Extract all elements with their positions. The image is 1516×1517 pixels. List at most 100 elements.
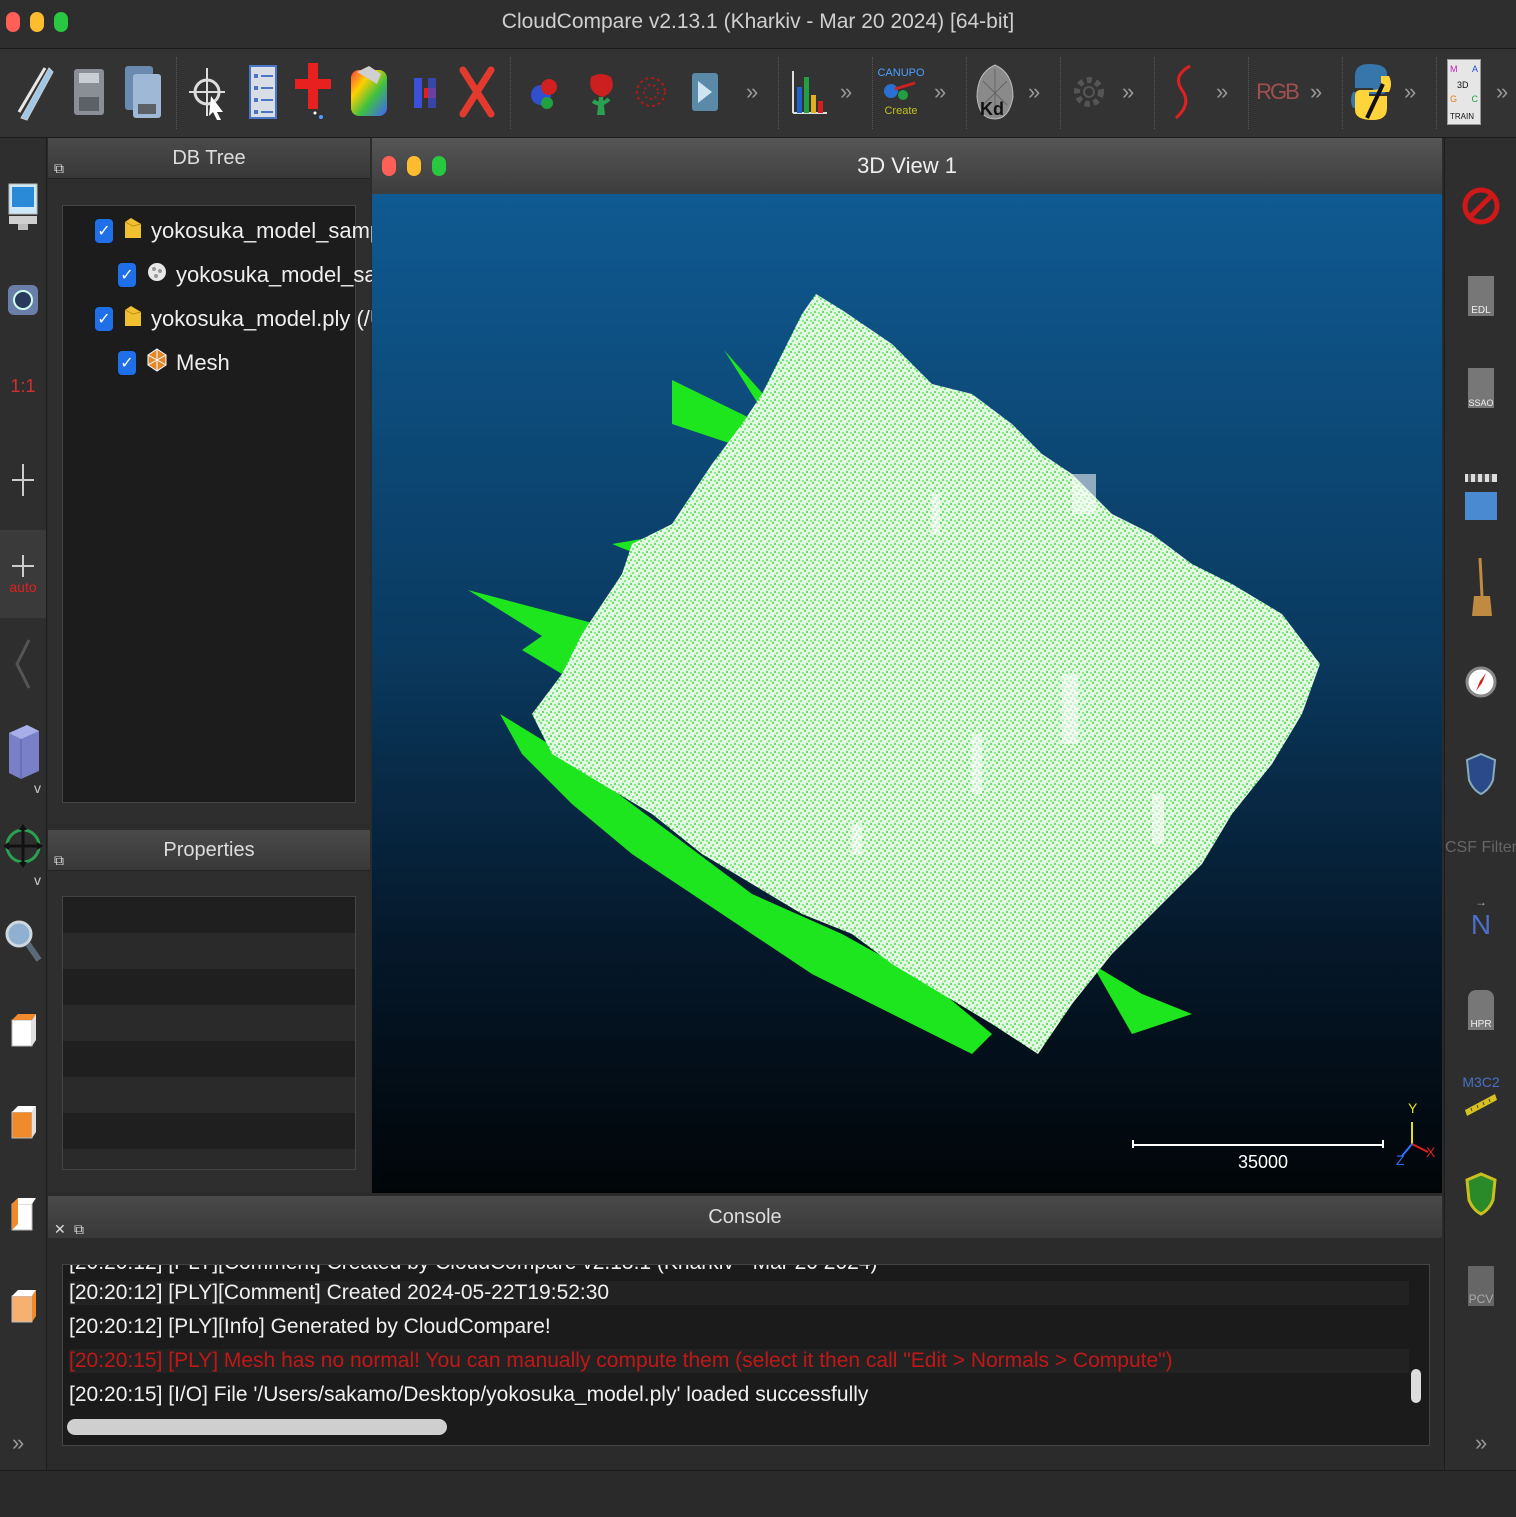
rgb-icon[interactable]: RGB: [1250, 59, 1304, 125]
view-zoom-button[interactable]: [432, 156, 446, 176]
right-toolbar-more[interactable]: »: [1475, 1430, 1487, 1456]
axis-y-label: Y: [1408, 1100, 1418, 1116]
front-view-icon[interactable]: [0, 1092, 46, 1156]
auto-pivot-button[interactable]: auto: [0, 530, 46, 618]
cube-view-icon[interactable]: [0, 720, 46, 784]
open-icon[interactable]: [8, 59, 62, 125]
list-icon[interactable]: [236, 59, 290, 125]
console-vertical-scrollbar[interactable]: [1411, 1369, 1421, 1403]
properties-row: [63, 897, 355, 933]
db-tree[interactable]: ✓ yokosuka_model_sample... ✓ yokosuka_mo…: [62, 205, 418, 803]
segment-icon[interactable]: [398, 59, 452, 125]
properties-float-icon[interactable]: ⧉: [54, 840, 64, 880]
rotation-icon[interactable]: [0, 814, 46, 878]
view-toolbar: 1:1 auto v v »: [0, 138, 47, 1470]
compass-icon[interactable]: [1445, 650, 1516, 714]
canupo-bottom-label: Create: [884, 105, 918, 117]
hpr-button[interactable]: HPR: [1445, 978, 1516, 1042]
toolbar-more-7[interactable]: »: [1310, 79, 1322, 105]
properties-row: [63, 1077, 355, 1113]
histogram-icon[interactable]: [782, 59, 836, 125]
console-horizontal-scrollbar[interactable]: [67, 1419, 447, 1435]
toolbar-more-8[interactable]: »: [1404, 79, 1416, 105]
fullscreen-icon[interactable]: [0, 174, 46, 238]
shield-icon[interactable]: [1445, 742, 1516, 806]
perspective-icon[interactable]: [0, 632, 46, 696]
edl-button[interactable]: EDL: [1445, 264, 1516, 328]
folder-icon: [123, 216, 143, 246]
broom-icon[interactable]: [1445, 556, 1516, 620]
rotation-chevron[interactable]: v: [34, 872, 41, 888]
tree-item-sample-folder[interactable]: ✓ yokosuka_model_sample...: [95, 211, 418, 251]
tree-item-sample-cloud[interactable]: ✓ yokosuka_model_sam...: [118, 255, 413, 295]
top-view-icon[interactable]: [0, 1000, 46, 1064]
point-picking-icon[interactable]: [182, 59, 236, 125]
tree-item-checkbox[interactable]: ✓: [95, 219, 113, 243]
no-entry-icon[interactable]: [1445, 174, 1516, 238]
sample-icon[interactable]: [518, 59, 572, 125]
add-icon[interactable]: [286, 59, 340, 125]
db-tree-float-icon[interactable]: ⧉: [54, 148, 64, 188]
toolbar-more-4[interactable]: »: [1028, 79, 1040, 105]
curve-icon[interactable]: [1156, 59, 1210, 125]
console-float-icon[interactable]: ⧉: [74, 1208, 84, 1250]
hpr-label: HPR: [1470, 1019, 1492, 1030]
3d-viewport[interactable]: 35000 Y X Z: [372, 194, 1442, 1193]
save-icon[interactable]: [62, 59, 116, 125]
color-ramp-icon[interactable]: [342, 59, 396, 125]
model-render[interactable]: [372, 194, 1442, 1193]
zoom-ratio-label[interactable]: 1:1: [0, 354, 46, 418]
animation-icon[interactable]: [678, 59, 732, 125]
save-all-icon[interactable]: [116, 59, 170, 125]
toolbar-more-3[interactable]: »: [934, 79, 946, 105]
back-view-icon[interactable]: [0, 1276, 46, 1340]
toolbar-more-5[interactable]: »: [1122, 79, 1134, 105]
pcv-button[interactable]: PCV: [1445, 1254, 1516, 1318]
toolbar-more-1[interactable]: »: [746, 79, 758, 105]
gear-icon[interactable]: [1062, 59, 1116, 125]
csf-filter-button[interactable]: CSF Filter: [1445, 816, 1516, 880]
tree-item-checkbox[interactable]: ✓: [95, 307, 113, 331]
console-log[interactable]: [20:20:12] [PLY][Comment] Created by Clo…: [62, 1264, 1430, 1446]
m3c2-button[interactable]: M3C2: [1445, 1064, 1516, 1128]
view-minimize-button[interactable]: [407, 156, 421, 176]
toolbar-more-9[interactable]: »: [1496, 79, 1508, 105]
camera-icon[interactable]: [0, 264, 46, 328]
delete-icon[interactable]: [450, 59, 504, 125]
properties-row: [63, 933, 355, 969]
tree-item-checkbox[interactable]: ✓: [118, 263, 136, 287]
cube-view-chevron[interactable]: v: [34, 780, 41, 796]
canupo-icon[interactable]: CANUPO Create: [874, 59, 928, 125]
axis-z-label: Z: [1396, 1152, 1405, 1168]
main-toolbar: » » CANUPO Create » Kd » » » RGB » » M A…: [0, 49, 1516, 138]
point-cloud: [532, 294, 1320, 1054]
left-view-icon[interactable]: [0, 1184, 46, 1248]
toolbar-more-2[interactable]: »: [840, 79, 852, 105]
db-tree-title: DB Tree: [172, 147, 246, 169]
edl-icon: EDL: [1468, 276, 1494, 316]
kd-label: Kd: [980, 99, 1004, 119]
python-icon[interactable]: [1344, 59, 1398, 125]
north-button[interactable]: → N: [1445, 886, 1516, 950]
pivot-icon[interactable]: [0, 448, 46, 512]
toolbar-more-6[interactable]: »: [1216, 79, 1228, 105]
cloud-icon[interactable]: [624, 59, 678, 125]
ssao-button[interactable]: SSAO: [1445, 356, 1516, 420]
status-bar: [0, 1470, 1516, 1517]
tree-item-mesh[interactable]: ✓ Mesh: [118, 343, 230, 383]
console-close-icon[interactable]: ✕: [54, 1208, 66, 1250]
zoom-icon[interactable]: [0, 908, 46, 972]
auto-pivot-icon: [12, 555, 34, 577]
mac3d-icon[interactable]: M A 3D G C TRAIN: [1440, 59, 1488, 125]
left-toolbar-more[interactable]: »: [12, 1430, 24, 1456]
flower-icon[interactable]: [574, 59, 628, 125]
tree-item-model-folder[interactable]: ✓ yokosuka_model.ply (/Us...: [95, 299, 415, 339]
view-close-button[interactable]: [382, 156, 396, 176]
ruler-icon: [1465, 1094, 1497, 1116]
green-shield-icon[interactable]: [1445, 1162, 1516, 1226]
clapper-icon[interactable]: [1445, 464, 1516, 528]
tree-item-checkbox[interactable]: ✓: [118, 351, 136, 375]
properties-table[interactable]: [62, 896, 356, 1170]
mac-g-label: G: [1450, 94, 1458, 104]
kdtree-icon[interactable]: Kd: [968, 59, 1022, 125]
